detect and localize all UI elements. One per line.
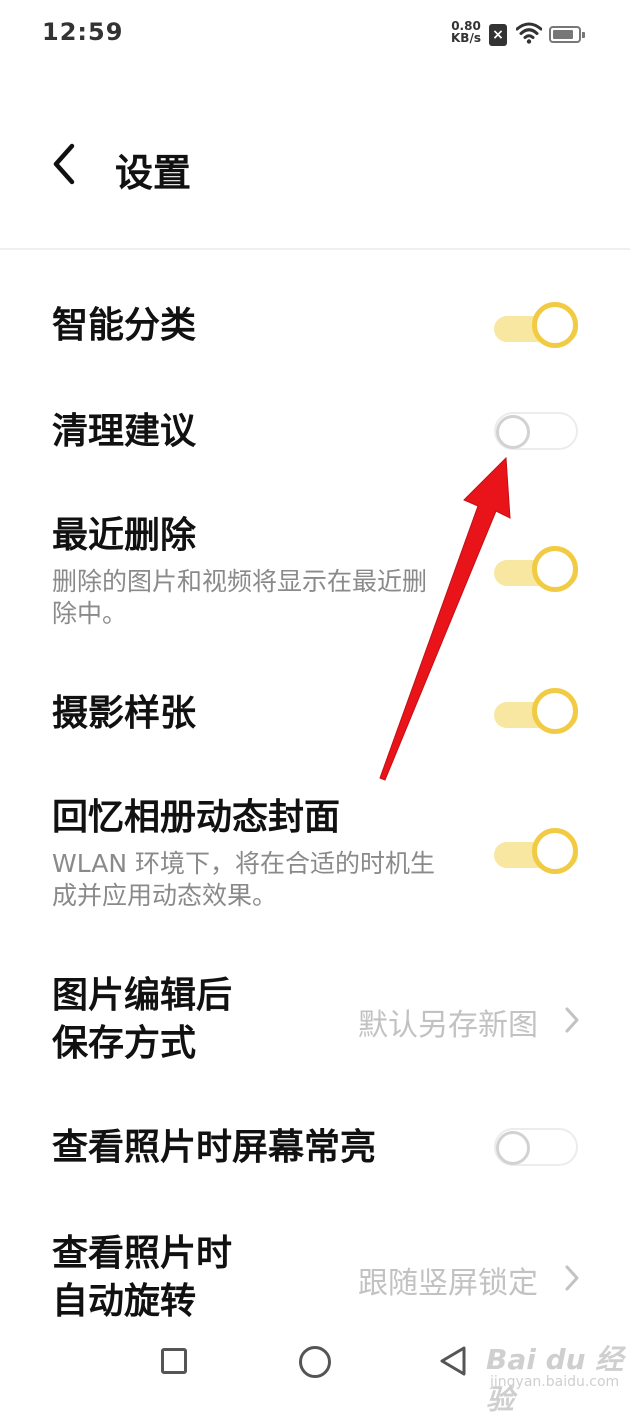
setting-label: 摄影样张 (52, 693, 197, 734)
watermark-url: jingyan.baidu.com (490, 1374, 620, 1390)
status-time: 12:59 (42, 18, 124, 46)
toggle-knob (496, 1131, 530, 1165)
wifi-icon (516, 22, 542, 44)
chevron-right-icon (565, 1265, 579, 1291)
setting-value: 默认另存新图 (358, 1008, 538, 1043)
network-speed: 0.80 KB/s (448, 20, 484, 44)
x-badge-icon: × (489, 24, 507, 46)
setting-row-auto-rotate[interactable]: 查看照片时 自动旋转 跟随竖屏锁定 (0, 1228, 630, 1328)
setting-description: WLAN 环境下，将在合适的时机生成并应用动态效果。 (52, 849, 435, 910)
toggle-knob (532, 302, 578, 348)
setting-row-cleanup-suggestion[interactable]: 清理建议 (0, 402, 630, 472)
toggle-knob (532, 546, 578, 592)
toggle-knob (532, 688, 578, 734)
photo-samples-toggle[interactable] (494, 688, 578, 736)
setting-label-line1: 图片编辑后 (52, 975, 233, 1016)
setting-value: 跟随竖屏锁定 (358, 1266, 538, 1301)
chevron-left-icon[interactable] (48, 142, 84, 186)
toggle-knob (496, 415, 530, 449)
setting-label-line2: 保存方式 (52, 1023, 197, 1064)
setting-label: 回忆相册动态封面 (52, 797, 341, 838)
setting-label: 清理建议 (52, 411, 197, 452)
smart-classify-toggle[interactable] (494, 302, 578, 350)
setting-label-line2: 自动旋转 (52, 1281, 197, 1322)
app-header: 设置 (0, 120, 630, 210)
battery-icon (549, 26, 585, 43)
setting-label: 最近删除 (52, 515, 197, 556)
setting-description: 删除的图片和视频将显示在最近删除中。 (52, 567, 428, 628)
toggle-knob (532, 828, 578, 874)
recently-deleted-toggle[interactable] (494, 546, 578, 594)
page-title: 设置 (115, 151, 192, 195)
setting-row-edit-save-mode[interactable]: 图片编辑后 保存方式 默认另存新图 (0, 970, 630, 1070)
network-speed-unit: KB/s (451, 31, 481, 45)
setting-label-line1: 查看照片时 (52, 1233, 233, 1274)
circle-icon[interactable] (299, 1346, 331, 1378)
header-divider (0, 248, 630, 250)
setting-row-keep-screen-on[interactable]: 查看照片时屏幕常亮 (0, 1118, 630, 1188)
cleanup-suggestion-toggle[interactable] (494, 406, 578, 454)
setting-row-smart-classify[interactable]: 智能分类 (0, 296, 630, 366)
triangle-back-icon[interactable] (438, 1345, 468, 1377)
setting-row-photo-samples[interactable]: 摄影样张 (0, 684, 630, 754)
setting-label: 查看照片时屏幕常亮 (52, 1127, 377, 1168)
setting-label: 智能分类 (52, 305, 197, 346)
setting-row-recently-deleted[interactable]: 最近删除 删除的图片和视频将显示在最近删除中。 (0, 506, 630, 636)
keep-screen-on-toggle[interactable] (494, 1122, 578, 1170)
square-icon[interactable] (161, 1348, 187, 1374)
setting-row-memory-dynamic-cover[interactable]: 回忆相册动态封面 WLAN 环境下，将在合适的时机生成并应用动态效果。 (0, 788, 630, 918)
memory-dynamic-cover-toggle[interactable] (494, 828, 578, 876)
chevron-right-icon (565, 1007, 579, 1033)
status-bar: 12:59 0.80 KB/s × (0, 0, 630, 70)
